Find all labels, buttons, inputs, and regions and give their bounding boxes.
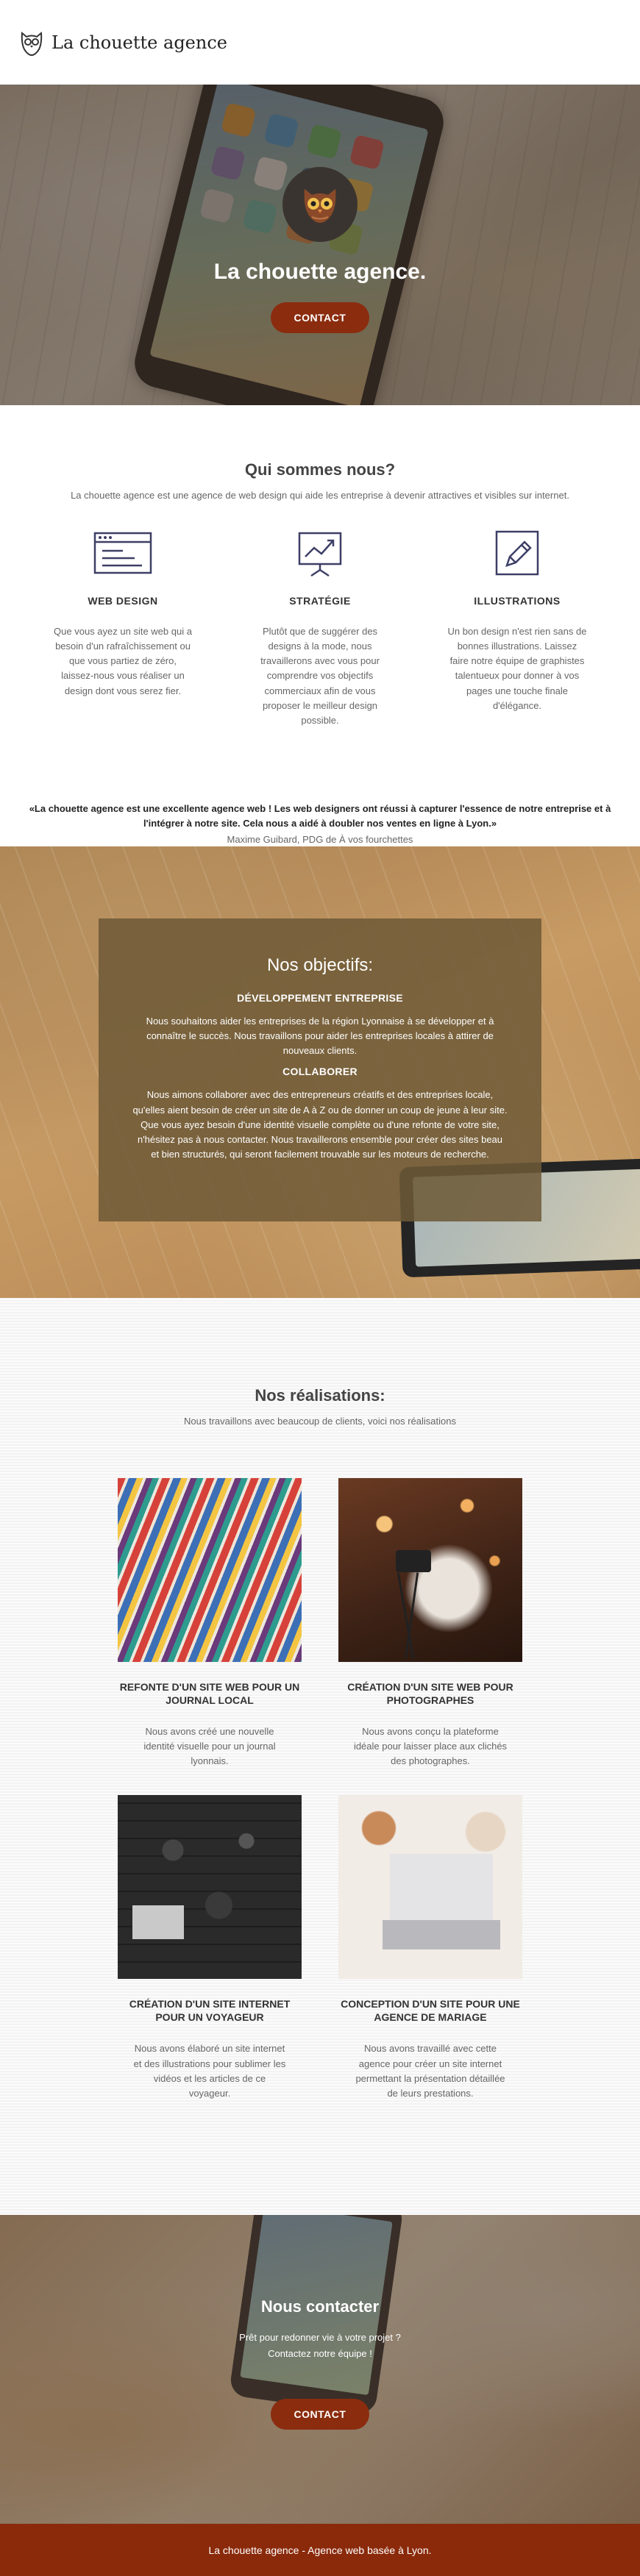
- service-text: Que vous ayez un site web qui a besoin d…: [54, 626, 192, 696]
- contact-line-1: Prêt pour redonner vie à votre projet ?: [239, 2332, 401, 2343]
- work-image-travel-gear[interactable]: [118, 1795, 302, 1980]
- contact-text: Prêt pour redonner vie à votre projet ? …: [239, 2330, 401, 2362]
- goals-section: Nos objectifs: DÉVELOPPEMENT ENTREPRISE …: [0, 846, 640, 1298]
- chart-board-icon: [298, 532, 342, 577]
- testimonial-quote: «La chouette agence est une excellente a…: [29, 802, 611, 829]
- work-text: Nous avons élaboré un site internet et d…: [133, 2043, 286, 2099]
- service-text: Un bon design n'est rien sans de bonnes …: [447, 626, 587, 711]
- work-title: CRÉATION D'UN SITE INTERNET POUR UN VOYA…: [129, 1998, 291, 2023]
- goals-subtitle: DÉVELOPPEMENT ENTREPRISE: [237, 992, 403, 1004]
- work-title: CRÉATION D'UN SITE WEB POUR PHOTOGRAPHES: [347, 1681, 513, 1706]
- work-text: Nous avons créé une nouvelle identité vi…: [143, 1726, 276, 1767]
- hero-contact-button[interactable]: CONTACT: [271, 302, 369, 333]
- owl-icon: [304, 189, 336, 223]
- site-header: La chouette agence: [0, 0, 640, 85]
- testimonial: «La chouette agence est une excellente a…: [0, 802, 640, 847]
- works-lead: Nous travaillons avec beaucoup de client…: [184, 1416, 456, 1427]
- work-image-magazines[interactable]: [118, 1478, 302, 1662]
- goals-subtitle: COLLABORER: [282, 1066, 358, 1078]
- works-grid: REFONTE D'UN SITE WEB POUR UN JOURNAL LO…: [0, 1478, 640, 2101]
- hero-title: La chouette agence.: [213, 260, 427, 284]
- goals-text: Nous souhaitons aider les entreprises de…: [146, 1016, 494, 1057]
- work-card[interactable]: CRÉATION D'UN SITE WEB POUR PHOTOGRAPHES…: [338, 1478, 522, 1769]
- pencil-icon: [495, 530, 539, 576]
- contact-button[interactable]: CONTACT: [271, 2399, 369, 2430]
- goals-box: Nos objectifs: DÉVELOPPEMENT ENTREPRISE …: [99, 918, 541, 1221]
- about-lead: La chouette agence est une agence de web…: [71, 490, 569, 501]
- contact-line-2: Contactez notre équipe !: [268, 2348, 372, 2360]
- work-text: Nous avons travaillé avec cette agence p…: [355, 2043, 505, 2099]
- work-image-laptop[interactable]: [338, 1795, 522, 1980]
- services-list: WEB DESIGN Que vous ayez un site web qui…: [0, 530, 640, 728]
- hero-banner: La chouette agence. CONTACT: [0, 85, 640, 405]
- work-card[interactable]: CRÉATION D'UN SITE INTERNET POUR UN VOYA…: [118, 1795, 302, 2101]
- service-web-design: WEB DESIGN Que vous ayez un site web qui…: [44, 530, 202, 728]
- works-section: Nos réalisations: Nous travaillons avec …: [0, 1298, 640, 2215]
- about-title: Qui sommes nous?: [244, 460, 396, 479]
- testimonial-author: Maxime Guibard, PDG de À vos fourchettes: [227, 834, 413, 846]
- browser-window-icon: [93, 532, 152, 574]
- work-text: Nous avons conçu la plateforme idéale po…: [353, 1726, 508, 1767]
- owl-logo-icon: [21, 31, 43, 56]
- work-title: CONCEPTION D'UN SITE POUR UNE AGENCE DE …: [341, 1998, 520, 2023]
- service-title: WEB DESIGN: [88, 595, 158, 607]
- work-image-photographer[interactable]: [338, 1478, 522, 1662]
- service-title: ILLUSTRATIONS: [474, 595, 561, 607]
- footer-text: La chouette agence - Agence web basée à …: [208, 2544, 432, 2556]
- service-title: STRATÉGIE: [289, 595, 351, 607]
- contact-title: Nous contacter: [260, 2297, 380, 2316]
- goals-text: Nous aimons collaborer avec des entrepre…: [132, 1089, 508, 1160]
- service-strategy: STRATÉGIE Plutôt que de suggérer des des…: [241, 530, 399, 728]
- work-card[interactable]: REFONTE D'UN SITE WEB POUR UN JOURNAL LO…: [118, 1478, 302, 1769]
- goals-title: Nos objectifs:: [266, 955, 374, 975]
- site-footer: La chouette agence - Agence web basée à …: [0, 2524, 640, 2576]
- brand-logo[interactable]: La chouette agence: [19, 29, 227, 57]
- work-title: REFONTE D'UN SITE WEB POUR UN JOURNAL LO…: [119, 1681, 300, 1706]
- about-section: Qui sommes nous? La chouette agence est …: [0, 405, 640, 846]
- contact-section: Nous contacter Prêt pour redonner vie à …: [0, 2215, 640, 2524]
- owl-badge: [282, 167, 358, 242]
- work-card[interactable]: CONCEPTION D'UN SITE POUR UNE AGENCE DE …: [338, 1795, 522, 2101]
- brand-name: La chouette agence: [51, 32, 227, 53]
- service-text: Plutôt que de suggérer des designs à la …: [260, 626, 380, 726]
- service-illustrations: ILLUSTRATIONS Un bon design n'est rien s…: [438, 530, 596, 728]
- works-title: Nos réalisations:: [255, 1386, 385, 1405]
